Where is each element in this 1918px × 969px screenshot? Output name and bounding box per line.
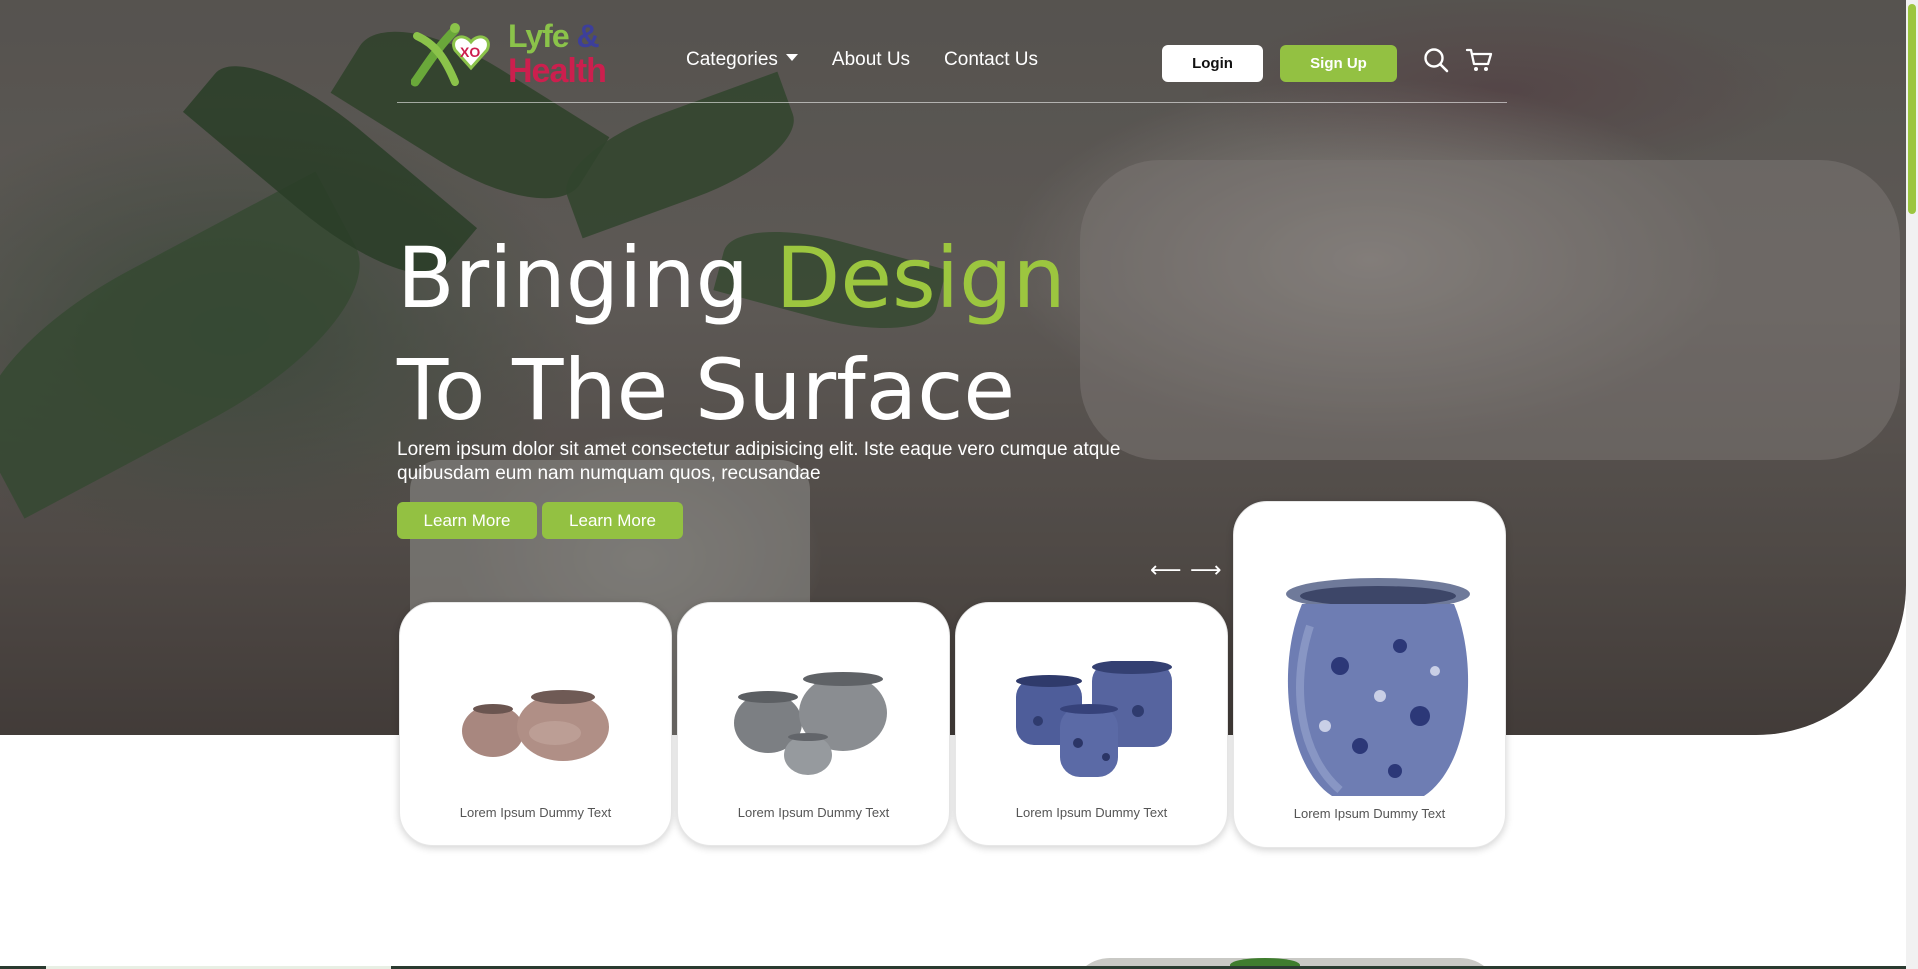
headline-accent: Design	[775, 229, 1066, 327]
logo-mark-icon: XO	[411, 23, 490, 87]
brand-logo[interactable]: XO Lyfe & Health	[411, 18, 616, 88]
product-card[interactable]: Lorem Ipsum Dummy Text	[677, 602, 950, 846]
product-card-featured[interactable]: Lorem Ipsum Dummy Text	[1233, 501, 1506, 848]
product-label: Lorem Ipsum Dummy Text	[459, 805, 612, 820]
headline-text: Bringing	[397, 229, 776, 327]
nav-label: Contact Us	[944, 49, 1039, 70]
learn-more-button-1[interactable]: Learn More	[397, 502, 537, 539]
learn-more-button-2[interactable]: Learn More	[542, 502, 683, 539]
navbar: XO Lyfe & Health Categories About Us Con…	[397, 0, 1507, 103]
product-label: Lorem Ipsum Dummy Text	[1015, 805, 1168, 820]
nav-links: Categories About Us Contact Us	[686, 50, 1038, 69]
nav-label: Categories	[686, 49, 778, 70]
product-label: Lorem Ipsum Dummy Text	[737, 805, 890, 820]
cart-icon[interactable]	[1465, 46, 1493, 74]
nav-label: About Us	[831, 49, 911, 70]
page: XO Lyfe & Health Categories About Us Con…	[0, 0, 1918, 969]
nav-item-about[interactable]: About Us	[832, 50, 910, 69]
scrollbar-thumb[interactable]	[1908, 4, 1916, 214]
product-card[interactable]: Lorem Ipsum Dummy Text	[399, 602, 672, 846]
product-image	[1286, 578, 1470, 796]
logo-amp: &	[576, 18, 600, 54]
nav-item-categories[interactable]: Categories	[686, 50, 798, 69]
headline-line2: To The Surface	[397, 341, 1016, 439]
search-icon[interactable]	[1422, 46, 1450, 74]
hero-subtitle: Lorem ipsum dolor sit amet consectetur a…	[397, 439, 1121, 484]
chevron-down-icon	[785, 54, 798, 61]
hero-headline: Bringing Design To The Surface	[397, 222, 1066, 446]
nav-item-contact[interactable]: Contact Us	[944, 50, 1038, 69]
product-image	[462, 690, 609, 761]
product-image	[734, 672, 887, 775]
page-scrollbar[interactable]	[1906, 0, 1918, 969]
carousel-next-arrow-icon[interactable]: ⟶	[1190, 560, 1222, 582]
logo-line2: Health	[508, 52, 607, 90]
product-card[interactable]: Lorem Ipsum Dummy Text	[955, 602, 1228, 846]
product-label: Lorem Ipsum Dummy Text	[1293, 806, 1446, 821]
carousel-prev-arrow-icon[interactable]: ⟵	[1150, 560, 1182, 582]
signup-button[interactable]: Sign Up	[1280, 45, 1397, 82]
logo-word-top: Lyfe &	[508, 18, 600, 54]
headline-line1: Bringing Design	[397, 222, 1066, 334]
product-image	[1016, 661, 1172, 777]
logo-badge-text: XO	[460, 44, 480, 60]
logo-line1: Lyfe	[508, 18, 570, 54]
login-button[interactable]: Login	[1162, 45, 1263, 82]
